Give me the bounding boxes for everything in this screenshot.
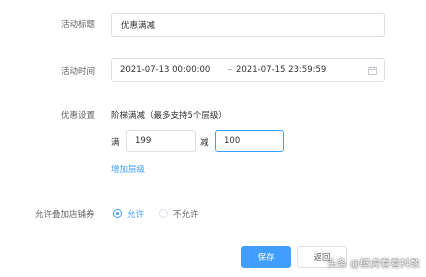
radio-allow-label[interactable]: 允许: [127, 208, 144, 220]
activity-time-label: 活动时间: [61, 67, 96, 77]
add-tier-link[interactable]: 增加层级: [111, 163, 145, 175]
tier-full-amount-value: 199: [135, 136, 152, 146]
time-range-separator: –: [228, 65, 233, 75]
tier-full-label: 满: [111, 138, 120, 148]
tier-reduce-label: 减: [200, 138, 209, 148]
time-end-value: 2021-07-15 23:59:59: [236, 65, 327, 75]
save-button[interactable]: 保存: [241, 246, 291, 268]
radio-allow[interactable]: [113, 209, 122, 218]
activity-title-input[interactable]: 优惠满减: [111, 13, 385, 37]
tier-full-amount-input[interactable]: 199: [126, 130, 196, 152]
watermark-text: 头条 @壁虎看看抖数: [326, 259, 420, 270]
tier-reduce-amount-input[interactable]: 100: [215, 130, 284, 152]
save-button-label: 保存: [257, 253, 275, 263]
radio-disallow[interactable]: [159, 209, 168, 218]
calendar-icon[interactable]: [368, 66, 377, 78]
stack-coupons-label: 允许叠加店铺券: [35, 210, 95, 220]
tier-reduce-amount-value: 100: [224, 136, 241, 146]
activity-title-label: 活动标题: [61, 20, 96, 30]
discount-settings-label: 优惠设置: [61, 111, 96, 121]
activity-title-value: 优惠满减: [121, 21, 156, 31]
discount-tier-hint: 阶梯满减（最多支持5个层级）: [111, 111, 227, 121]
activity-time-range-picker[interactable]: 2021-07-13 00:00:00 – 2021-07-15 23:59:5…: [111, 58, 385, 82]
radio-disallow-label[interactable]: 不允许: [173, 208, 199, 220]
time-start-value: 2021-07-13 00:00:00: [120, 65, 211, 75]
